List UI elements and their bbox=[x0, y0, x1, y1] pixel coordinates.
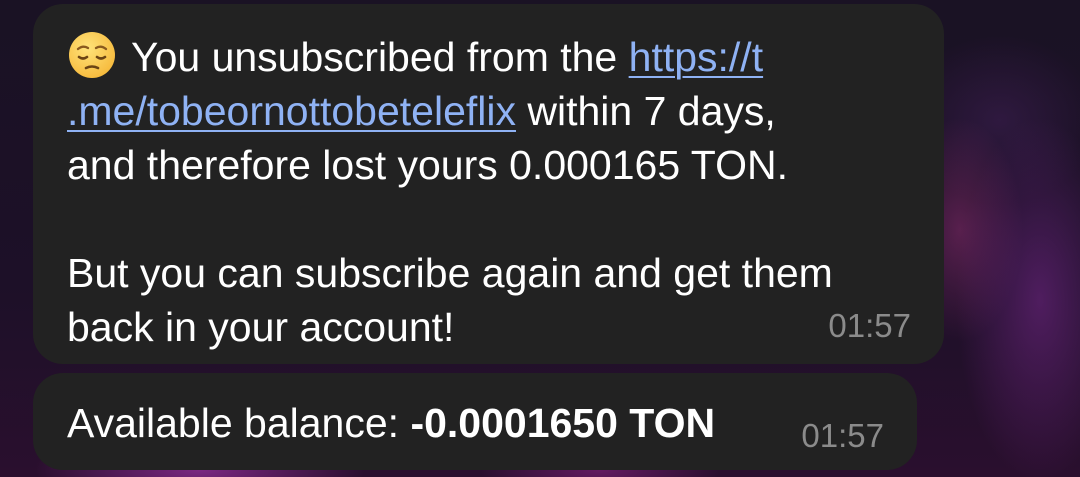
channel-link[interactable]: https://t bbox=[629, 34, 763, 80]
resubscribe-text-line1: But you can subscribe again and get them bbox=[67, 250, 833, 296]
message-timestamp: 01:57 bbox=[828, 307, 911, 344]
message-text: You unsubscribed from the https://t .me/t… bbox=[67, 30, 904, 354]
lost-amount-text: and therefore lost yours 0.000165 TON. bbox=[67, 142, 788, 188]
pensive-face-icon bbox=[69, 32, 115, 78]
message-bubble-unsubscribed[interactable]: You unsubscribed from the https://t .me/t… bbox=[33, 4, 944, 364]
balance-value: -0.0001650 TON bbox=[410, 400, 716, 446]
text-before-link: You unsubscribed from the bbox=[131, 34, 629, 80]
balance-label: Available balance: bbox=[67, 400, 411, 446]
message-timestamp: 01:57 bbox=[801, 417, 884, 454]
channel-link-continued[interactable]: .me/tobeornottobeteleflix bbox=[67, 88, 516, 134]
text-after-link: within 7 days, bbox=[516, 88, 776, 134]
resubscribe-text-line2: back in your account! bbox=[67, 304, 455, 350]
message-bubble-balance[interactable]: Available balance: -0.0001650 TON 01:57 bbox=[33, 373, 917, 470]
